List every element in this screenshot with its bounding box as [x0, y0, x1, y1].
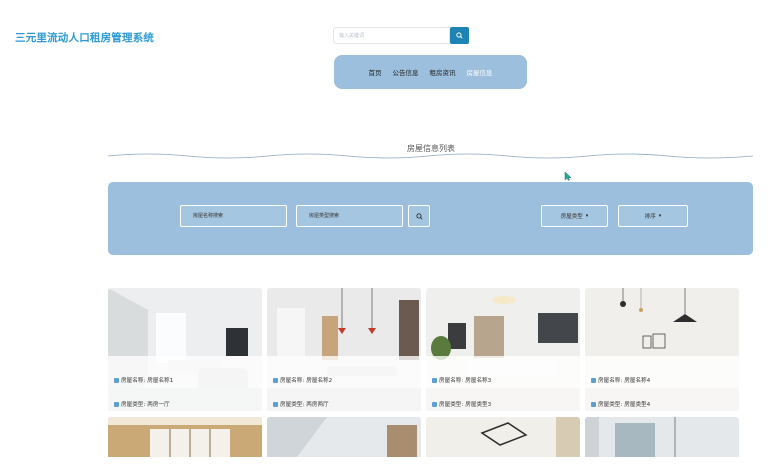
- caret-down-icon: ▾: [585, 213, 589, 219]
- house-icon: [273, 377, 278, 383]
- house-card[interactable]: 房屋名称: 房屋名称3 房屋类型: 房屋类型3: [426, 288, 580, 411]
- house-card-info: 房屋名称: 房屋名称2 房屋类型: 两房两厅: [267, 356, 421, 411]
- search-icon: [456, 32, 463, 39]
- house-name: 房屋名称1: [147, 378, 174, 384]
- house-icon: [114, 401, 119, 407]
- house-type: 房屋类型4: [624, 402, 651, 408]
- filter-panel: 房屋名称搜索 房屋类型搜索 房屋类型 ▾ 排序 ▾: [108, 182, 753, 255]
- house-icon: [432, 401, 437, 407]
- house-card[interactable]: 房屋名称: 房屋名称2 房屋类型: 两房两厅: [267, 288, 421, 411]
- house-card[interactable]: [267, 417, 421, 457]
- main-nav: 首页 公告信息 租房资讯 房屋信息: [334, 55, 527, 89]
- house-type: 两房一厅: [147, 402, 170, 408]
- divider: [108, 153, 753, 159]
- house-type-search-input[interactable]: 房屋类型搜索: [296, 205, 403, 227]
- house-name: 房屋名称4: [624, 378, 651, 384]
- house-icon: [432, 377, 437, 383]
- caret-down-icon: ▾: [658, 213, 662, 219]
- house-type-label: 房屋类型:: [280, 402, 305, 408]
- house-name-label: 房屋名称:: [598, 378, 623, 384]
- mouse-cursor-icon: [564, 171, 572, 181]
- house-type: 两房两厅: [306, 402, 329, 408]
- house-type-dropdown-label: 房屋类型: [560, 214, 583, 220]
- house-icon: [591, 377, 596, 383]
- house-icon: [273, 401, 278, 407]
- house-type-dropdown[interactable]: 房屋类型 ▾: [541, 205, 608, 227]
- nav-item-home[interactable]: 首页: [369, 67, 382, 77]
- house-type-label: 房屋类型:: [439, 402, 464, 408]
- app-title: 三元里流动人口租房管理系统: [15, 32, 155, 44]
- search-icon: [415, 212, 423, 220]
- nav-item-rental-news[interactable]: 租房资讯: [430, 67, 456, 77]
- house-photo: [426, 417, 580, 457]
- house-name: 房屋名称3: [465, 378, 492, 384]
- sort-dropdown-label: 排序: [644, 214, 656, 220]
- house-name: 房屋名称2: [306, 378, 333, 384]
- house-card-info: 房屋名称: 房屋名称3 房屋类型: 房屋类型3: [426, 356, 580, 411]
- house-name-label: 房屋名称:: [439, 378, 464, 384]
- house-icon: [114, 377, 119, 383]
- house-name-label: 房屋名称:: [121, 378, 146, 384]
- house-card[interactable]: [585, 417, 739, 457]
- search-bar: [333, 27, 469, 44]
- house-photo: [267, 417, 421, 457]
- house-type: 房屋类型3: [465, 402, 492, 408]
- house-name-search-input[interactable]: 房屋名称搜索: [180, 205, 287, 227]
- house-photo: [585, 417, 739, 457]
- house-type-label: 房屋类型:: [598, 402, 623, 408]
- house-card[interactable]: [108, 417, 262, 457]
- house-card[interactable]: 房屋名称: 房屋名称1 房屋类型: 两房一厅: [108, 288, 262, 411]
- house-card-info: 房屋名称: 房屋名称4 房屋类型: 房屋类型4: [585, 356, 739, 411]
- house-name-label: 房屋名称:: [280, 378, 305, 384]
- house-card[interactable]: [426, 417, 580, 457]
- nav-item-house-info[interactable]: 房屋信息: [467, 67, 493, 77]
- house-photo: [108, 417, 262, 457]
- house-card[interactable]: 房屋名称: 房屋名称4 房屋类型: 房屋类型4: [585, 288, 739, 411]
- search-button[interactable]: [450, 27, 469, 44]
- house-icon: [591, 401, 596, 407]
- sort-dropdown[interactable]: 排序 ▾: [618, 205, 688, 227]
- house-card-info: 房屋名称: 房屋名称1 房屋类型: 两房一厅: [108, 356, 262, 411]
- search-input[interactable]: [333, 27, 450, 44]
- filter-search-button[interactable]: [408, 205, 430, 227]
- house-type-label: 房屋类型:: [121, 402, 146, 408]
- nav-item-notices[interactable]: 公告信息: [393, 67, 419, 77]
